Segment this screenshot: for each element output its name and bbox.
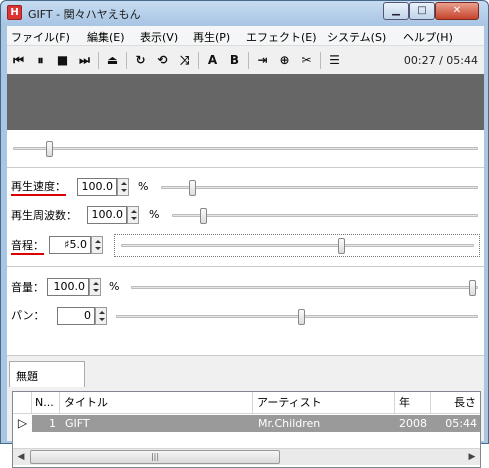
speed-label: 再生速度：: [11, 178, 66, 196]
column-header-year[interactable]: 年: [395, 392, 431, 414]
menu-edit[interactable]: 編集(E): [87, 29, 125, 45]
volume-slider-thumb[interactable]: [469, 280, 476, 296]
menu-bar: ファイル(F) 編集(E) 表示(V) 再生(P) エフェクト(E) システム(…: [7, 26, 484, 46]
pan-spinner[interactable]: [95, 307, 107, 325]
marker-add-icon[interactable]: ⊕: [275, 51, 294, 70]
frequency-input[interactable]: 100.0: [87, 206, 127, 224]
marker-delete-icon[interactable]: ✂: [297, 51, 316, 70]
pitch-slider-track[interactable]: [121, 244, 474, 247]
control-panel: 再生速度： 100.0 % 再生周波数： 100.0 % 音程： ♯5.0 音量…: [7, 130, 484, 356]
toolbar: ⏮ ⏸ ■ ⏭ ⏏ ↻ ⟲ ⤨ A B ⇥ ⊕ ✂ ☰ 00:27 / 05:4…: [7, 47, 484, 74]
volume-spinner[interactable]: [89, 278, 101, 296]
column-header-number[interactable]: N...: [32, 392, 60, 414]
loop-all-icon[interactable]: ⟲: [153, 51, 172, 70]
window-title: GIFT - 関々ハヤえもん: [28, 8, 141, 21]
frequency-slider-track[interactable]: [172, 214, 478, 217]
time-display: 00:27 / 05:44: [403, 54, 478, 67]
row-length: 05:44: [445, 417, 477, 430]
toolbar-separator: [126, 52, 127, 69]
client-area: ファイル(F) 編集(E) 表示(V) 再生(P) エフェクト(E) システム(…: [7, 26, 484, 468]
speed-unit: %: [138, 180, 149, 193]
menu-effect[interactable]: エフェクト(E): [246, 29, 317, 45]
speed-slider-track[interactable]: [161, 186, 478, 189]
column-header-length[interactable]: 長さ: [431, 392, 480, 414]
horizontal-scrollbar[interactable]: ◀ ||| ▶: [13, 448, 480, 465]
scroll-right-icon[interactable]: ▶: [464, 450, 480, 465]
loop-one-icon[interactable]: ↻: [131, 51, 150, 70]
toolbar-separator: [248, 52, 249, 69]
scroll-left-icon[interactable]: ◀: [13, 450, 29, 465]
stop-icon[interactable]: ■: [53, 51, 72, 70]
menu-view[interactable]: 表示(V): [140, 29, 178, 45]
divider: [7, 167, 484, 168]
playlist-area: 無題 N... タイトル アーティスト 年 長さ ▷ 1 GIFT Mr.Chi…: [7, 357, 484, 468]
volume-unit: %: [109, 280, 120, 293]
tab-untitled[interactable]: 無題: [9, 361, 85, 387]
frequency-unit: %: [149, 208, 160, 221]
menu-play[interactable]: 再生(P): [193, 29, 230, 45]
pitch-slider-thumb[interactable]: [338, 238, 345, 254]
position-slider-track[interactable]: [13, 147, 478, 150]
now-playing-icon: ▷: [13, 415, 32, 432]
speed-spinner[interactable]: [117, 178, 129, 196]
position-slider-thumb[interactable]: [46, 141, 54, 157]
pause-icon[interactable]: ⏸: [31, 51, 50, 70]
video-area: [7, 74, 484, 130]
toolbar-separator: [98, 52, 99, 69]
table-row[interactable]: ▷ 1 GIFT Mr.Children 2008 05:44: [13, 415, 480, 432]
pitch-spinner[interactable]: [91, 236, 103, 254]
next-track-icon[interactable]: ⏭: [75, 51, 94, 70]
maximize-button[interactable]: □: [409, 2, 435, 20]
menu-file[interactable]: ファイル(F): [11, 29, 70, 45]
frequency-spinner[interactable]: [127, 206, 139, 224]
pan-input[interactable]: 0: [57, 307, 95, 325]
row-number: 1: [49, 417, 56, 430]
row-year: 2008: [399, 417, 427, 430]
speed-slider-thumb[interactable]: [189, 180, 196, 196]
menu-system[interactable]: システム(S): [327, 29, 386, 45]
speed-input[interactable]: 100.0: [77, 178, 117, 196]
row-artist: Mr.Children: [258, 417, 321, 430]
ab-b-icon[interactable]: B: [225, 51, 244, 70]
prev-track-icon[interactable]: ⏮: [9, 51, 28, 70]
eject-icon[interactable]: ⏏: [103, 51, 122, 70]
pan-slider-thumb[interactable]: [298, 309, 305, 325]
title-bar[interactable]: H GIFT - 関々ハヤえもん ▁ □ ✕: [1, 1, 488, 25]
toolbar-separator: [320, 52, 321, 69]
pan-slider-track[interactable]: [116, 315, 478, 318]
volume-input[interactable]: 100.0: [47, 278, 89, 296]
frequency-label: 再生周波数：: [11, 209, 77, 222]
pitch-input[interactable]: ♯5.0: [49, 236, 91, 254]
minimize-button[interactable]: ▁: [383, 2, 409, 20]
pitch-label: 音程：: [11, 237, 44, 255]
playlist-icon[interactable]: ☰: [325, 51, 344, 70]
ab-a-icon[interactable]: A: [203, 51, 222, 70]
menu-help[interactable]: ヘルプ(H): [403, 29, 453, 45]
playlist-table: N... タイトル アーティスト 年 長さ ▷ 1 GIFT Mr.Childr…: [12, 391, 481, 468]
toolbar-separator: [198, 52, 199, 69]
scrollbar-thumb[interactable]: |||: [30, 450, 280, 464]
divider: [7, 266, 484, 267]
volume-slider-track[interactable]: [131, 286, 478, 289]
column-header-title[interactable]: タイトル: [60, 392, 253, 414]
random-icon[interactable]: ⤨: [175, 51, 194, 70]
column-header-marker[interactable]: [13, 392, 32, 414]
column-header-artist[interactable]: アーティスト: [253, 392, 395, 414]
app-icon[interactable]: H: [7, 5, 22, 20]
close-button[interactable]: ✕: [435, 2, 479, 20]
app-window: H GIFT - 関々ハヤえもん ▁ □ ✕ ファイル(F) 編集(E) 表示(…: [0, 0, 489, 468]
frequency-slider-thumb[interactable]: [200, 208, 207, 224]
volume-label: 音量：: [11, 281, 44, 294]
marker-play-icon[interactable]: ⇥: [253, 51, 272, 70]
pan-label: パン：: [11, 309, 45, 322]
row-title: GIFT: [65, 417, 90, 430]
